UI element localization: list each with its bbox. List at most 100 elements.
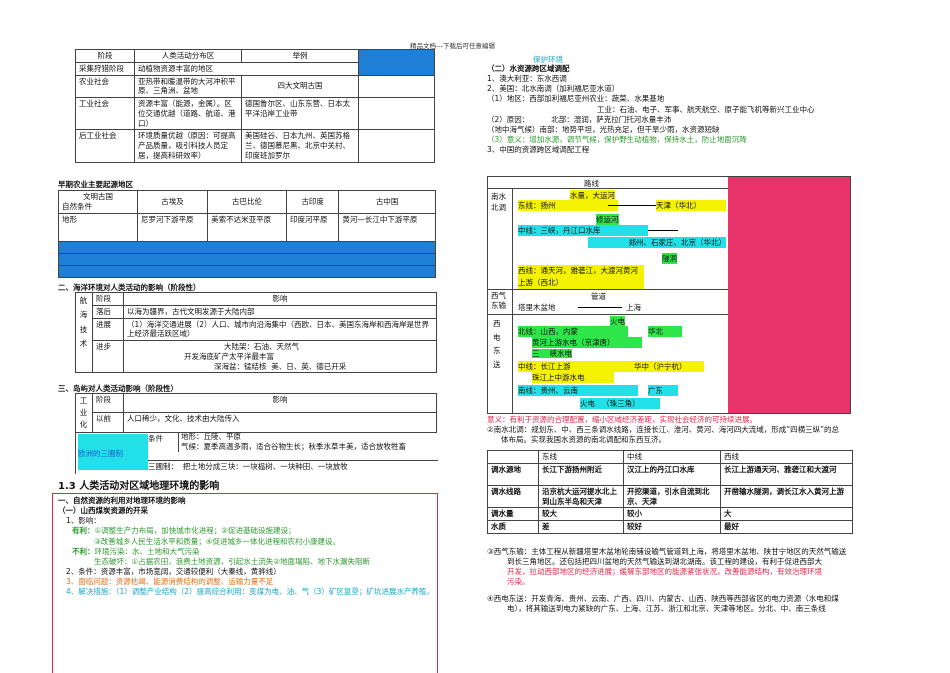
nbd-label: 南水北调: [491, 192, 506, 213]
empty-cell: [358, 74, 435, 98]
line: （1）地区：西部加利福尼亚州农业：蔬菜、水果基地: [487, 94, 665, 104]
cond-line: 地形：丘陵、平原: [181, 432, 241, 441]
line-part: 三: [532, 349, 550, 358]
cell: 动植物资源丰富的地区: [134, 61, 359, 76]
table-row: 落后 以海为疆界，古代文明发源于大陆内部: [76, 304, 437, 319]
hline: [488, 289, 728, 290]
cond-box: 地形：丘陵、平原 气候：夏季高温多雨，适合谷物生长；秋季水草丰美，适合放牧牲畜: [178, 432, 439, 453]
cell: 汉江上的丹江口水库: [623, 462, 721, 486]
th: 东线: [538, 450, 624, 464]
good-text: ③改善城乡人民生活水平和质量；④促进城乡一体化进程和农村小康建设。: [94, 536, 340, 546]
table-row: 水质 差 较好 最好: [487, 520, 853, 534]
route-mid: 中线：三峡，丹江口水库: [518, 225, 648, 236]
water-block: （二）水资源跨区域调配 1、澳大利亚：东水西调 2、美国：北水南调（加利福尼亚水…: [487, 64, 927, 155]
island-table: 工业化 阶段 影响 以前 人口稀少，文化、技术由大陆传入: [75, 393, 437, 433]
line: ②南水北调：规划东、中、西三条调水线路，连接长江、淮河、黄河、海河四大流域，形成…: [487, 425, 839, 435]
route-table: 路线 南水北调 水量，大运河 东线：扬州 天津（华北） 修运河 中线：三峡，丹江…: [487, 176, 851, 414]
cell: 亚热带和暖温带的大河冲积平原、三角洲、盆地: [134, 74, 242, 98]
system-line: 三圃制： 把土地分成三块：一块榀树、一块种田、一块放牧: [148, 460, 438, 472]
item: 2、条件：资源丰富，市场宽阔，交通较便利（大秦线，黄骅线）: [66, 566, 281, 576]
line: 1、澳大利亚：东水西调: [487, 74, 567, 84]
after-route: 意义：有利于资源的合理配置，缩小区域经济差距，实现社会经济的可持续进展。 ②南水…: [487, 415, 927, 445]
cell: 进步: [92, 339, 124, 374]
cell: 调水量: [487, 507, 539, 521]
cell: 德国鲁尔区、山东东营、日本太平洋沿岸工业带: [241, 96, 359, 131]
cell: 大陆架：石油、天然气 开发海底矿产太平洋最丰富 深海盆：锰结核 美、日、英、德已…: [123, 339, 437, 374]
cell: 落后: [92, 304, 124, 319]
th: 影响: [123, 393, 437, 413]
blue-row: [58, 252, 436, 266]
line: （3）意义：增加水源，调节气候，保护野生动植物，保持水土，防止地面沉降: [487, 134, 747, 144]
impact-label: 1、影响：: [66, 516, 101, 526]
section-title: 早期农业主要起源地区: [58, 180, 133, 189]
th: 阶段: [92, 292, 124, 306]
line-part: 南部：地势平坦，光热充足，但干旱少雨，水资源短缺: [539, 124, 720, 134]
vlabel-text: 航海技术: [79, 296, 88, 348]
bad-label: 不利：: [72, 546, 95, 556]
cell: 较小: [623, 507, 721, 521]
table-row: 工业社会 资源丰富（能源，金属）。区位交通优越（道路、航道、港口） 德国鲁尔区、…: [75, 96, 435, 131]
table-row: 后工业社会 环境质量优越（原因：可提高产品质量，吸引科技人员定居，提高科研效率）…: [75, 129, 435, 163]
line-part: （2）原因：: [487, 114, 530, 124]
eu-label: 欧洲的三圃制: [78, 449, 123, 458]
th: 阶段: [92, 393, 124, 413]
bad-text: 生态破坏：①占据农田，浪费土地资源，引起水土流失②地面塌陷、地下水漏失阻断: [94, 556, 370, 566]
chapter-title: 1.3 人类活动对区域地理环境的影响: [58, 481, 220, 492]
subheading: 一、自然资源的利用对地理环境的影响: [58, 496, 186, 505]
eu-label-box: 欧洲的三圃制: [78, 434, 148, 470]
tag: 隧洞: [662, 253, 677, 264]
cell: 调水源地: [487, 462, 539, 486]
cell: 采集狩猎阶段: [75, 61, 135, 76]
arrow-line: [648, 230, 678, 231]
table-row: 进展 （1）海洋交通进展（2）人口、城市向沿海集中（西欧、日本、美国东海岸和西海…: [76, 317, 437, 341]
line-part: （地中海气候）: [487, 124, 540, 134]
route-north-end: 华北: [648, 326, 682, 337]
origin-table: 文明古国 自然条件 古埃及 古巴比伦 古印度 古中国 地形 尼罗河下游平原 美索…: [58, 190, 436, 278]
cell: 开凿输水隧洞，调长江水入黄河上游: [720, 484, 853, 509]
cell: 黄河—长江中下游平原: [338, 212, 436, 242]
significance: 意义：有利于资源的合理配置，缩小区域经济差距，实现社会经济的可持续进展。: [487, 415, 757, 424]
xqd-label: 西气东输: [491, 291, 506, 310]
route-east-end: 天津（华北）: [656, 200, 726, 211]
line: 工业：石油、电子、军事、航天航空、原子能飞机等新兴工业中心: [597, 104, 815, 114]
line: 电），将其输送到电力紧缺的广东、上海、江苏、浙江和北京、天津等地区。分北、中、南…: [507, 603, 826, 613]
pink-block: [728, 177, 850, 413]
impact-block: 一、自然资源的利用对地理环境的影响 （一）山西煤炭资源的开采 1、影响： 有利：…: [58, 496, 438, 597]
line: 到长三角地区。还包括把四川盆地的天然气输送到湖北湖南。该工程的建设，有利于促进西…: [507, 557, 822, 567]
water-table: 东线 中线 西线 调水源地 长江下游扬州附近 汉江上的丹江口水库 长江上游通天河…: [487, 450, 853, 534]
th: 西线: [720, 450, 853, 464]
good-label: 有利：: [72, 526, 95, 536]
cell: 工业社会: [75, 96, 135, 131]
cell: 较大: [538, 507, 624, 521]
ocean-table: 航海技术 阶段 影响 落后 以海为疆界，古代文明发源于大陆内部 进展 （1）海洋…: [75, 291, 437, 374]
blue-cell: [58, 264, 436, 278]
route-middle-end: 华中（沪宁杭）: [634, 361, 704, 372]
item: 4、解决措施：（1）调整产业结构（2）提高综合利用：变煤为电、油、气（3）矿区复…: [66, 587, 434, 597]
route-south2: 火电 （珠三角）: [580, 398, 660, 409]
table-row: 进步 大陆架：石油、天然气 开发海底矿产太平洋最丰富 深海盆：锰结核 美、日、英…: [76, 339, 437, 374]
line: （2）原因： 北部：湿润，萨克拉门托河水量丰沛: [487, 115, 927, 125]
energy-block: ③西气东输：主体工程从新疆塔里木盆地轮南铺设输气管道到上海，将塔里木盆地、陕甘宁…: [487, 547, 932, 614]
hline: [488, 314, 728, 315]
cell: 美索不达米亚平原: [207, 212, 287, 242]
cond-label: 条件: [148, 434, 163, 443]
system-label: 三圃制：: [148, 462, 178, 471]
line-part: 北部：湿润，萨克拉门托河水量丰沛: [551, 114, 672, 124]
cond-line: 气候：夏季高温多雨，适合谷物生长；秋季水草丰美，适合放牧牲畜: [181, 442, 406, 452]
cell: 以海为疆界，古代文明发源于大陆内部: [123, 304, 437, 319]
th: 影响: [123, 292, 437, 306]
cell: 尼罗河下游平原: [136, 212, 209, 242]
route-middle: 中线：长江上游: [518, 361, 634, 372]
cell: 大: [720, 507, 853, 521]
cell: 差: [538, 520, 624, 534]
line: ③西气东输：主体工程从新疆塔里木盆地轮南铺设输气管道到上海，将塔里木盆地、陕甘宁…: [487, 547, 847, 556]
cell: 开挖渠道，引水自流到北京、天津: [623, 484, 721, 509]
vertical-label: 工业化: [75, 393, 93, 433]
corner-cell: 文明古国 自然条件: [58, 190, 138, 214]
system-text: 把土地分成三块：一块榀树、一块种田、一块放牧: [182, 462, 348, 471]
cell: 农业社会: [75, 74, 135, 98]
table-header-row: 工业化 阶段 影响: [75, 393, 437, 433]
pipe-label: 管道: [591, 292, 606, 301]
th-example: 举例: [241, 49, 359, 63]
line: 深海盆：锰结核 美、日、英、德已开采: [184, 362, 433, 372]
